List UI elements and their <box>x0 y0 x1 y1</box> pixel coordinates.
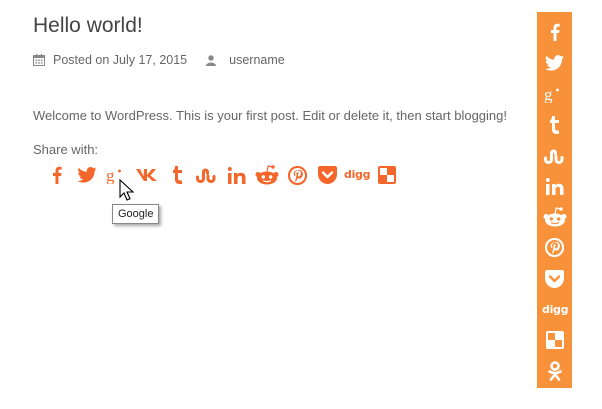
float-google-plus-icon[interactable]: g <box>537 79 572 110</box>
share-buttons: g digg <box>42 164 402 186</box>
twitter-icon[interactable] <box>72 164 102 186</box>
linkedin-icon[interactable] <box>222 164 252 186</box>
float-odnoklassniki-icon[interactable] <box>537 356 572 387</box>
float-linkedin-icon[interactable] <box>537 171 572 202</box>
float-digg-icon[interactable]: digg <box>537 294 572 325</box>
float-reddit-icon[interactable] <box>537 202 572 233</box>
post-title[interactable]: Hello world! <box>33 14 143 38</box>
reddit-icon[interactable] <box>252 164 282 186</box>
svg-text:digg: digg <box>344 168 370 181</box>
tumblr-icon[interactable] <box>162 164 192 186</box>
float-pocket-icon[interactable] <box>537 263 572 294</box>
float-twitter-icon[interactable] <box>537 48 572 79</box>
post-meta: Posted on July 17, 2015 username <box>33 53 285 67</box>
svg-text:digg: digg <box>542 303 568 316</box>
delicious-icon[interactable] <box>372 164 402 186</box>
floating-share-bar: g digg <box>537 12 572 388</box>
vk-icon[interactable] <box>132 164 162 186</box>
post-content: Welcome to WordPress. This is your first… <box>33 108 507 123</box>
stumbleupon-icon[interactable] <box>192 164 222 186</box>
pocket-icon[interactable] <box>312 164 342 186</box>
share-label: Share with: <box>33 142 99 157</box>
post-author[interactable]: username <box>229 53 285 67</box>
mouse-cursor-icon <box>119 179 135 201</box>
float-pinterest-icon[interactable] <box>537 233 572 264</box>
pinterest-icon[interactable] <box>282 164 312 186</box>
float-stumbleupon-icon[interactable] <box>537 140 572 171</box>
svg-text:g: g <box>544 85 553 103</box>
google-tooltip: Google <box>112 204 160 224</box>
float-facebook-icon[interactable] <box>537 17 572 48</box>
post-date[interactable]: Posted on July 17, 2015 <box>53 53 187 67</box>
digg-icon[interactable]: digg <box>342 164 372 186</box>
float-tumblr-icon[interactable] <box>537 109 572 140</box>
user-icon <box>206 54 217 66</box>
float-delicious-icon[interactable] <box>537 325 572 356</box>
svg-text:g: g <box>106 166 115 184</box>
facebook-icon[interactable] <box>42 164 72 186</box>
calendar-icon <box>33 54 45 66</box>
